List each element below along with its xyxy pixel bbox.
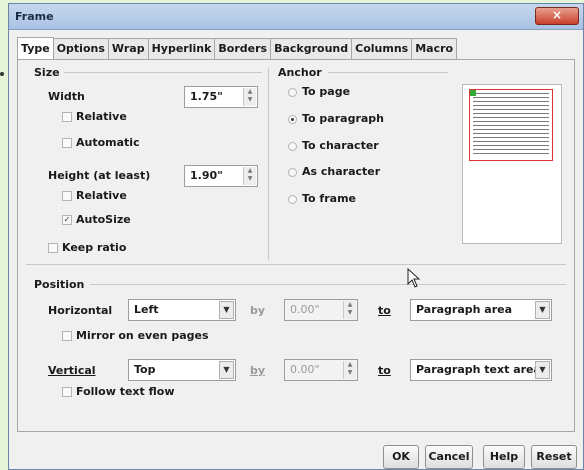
height-relative-checkbox[interactable] — [62, 191, 72, 201]
vertical-label: Vertical — [48, 364, 96, 377]
horizontal-to-label: to — [378, 304, 391, 317]
to-frame-label: To frame — [302, 192, 356, 205]
chevron-down-icon[interactable]: ▼ — [535, 361, 550, 379]
autosize-checkbox[interactable]: ✓ — [62, 215, 72, 225]
help-button[interactable]: Help — [483, 445, 525, 469]
anchor-divider — [328, 72, 448, 73]
keep-ratio-checkbox[interactable] — [48, 243, 58, 253]
height-field[interactable]: 1.90" ▲ ▼ — [184, 165, 258, 187]
width-relative-label: Relative — [76, 110, 127, 123]
vertical-by-field[interactable]: 0.00" ▲ ▼ — [284, 359, 358, 381]
frame-dialog: Frame × Type Options Wrap Hyperlink Bord… — [8, 3, 584, 470]
width-spin-icon[interactable]: ▲ ▼ — [243, 88, 256, 106]
tab-borders[interactable]: Borders — [214, 38, 272, 59]
cancel-button[interactable]: Cancel — [425, 445, 473, 469]
horizontal-to-dropdown[interactable]: Paragraph area ▼ — [410, 299, 552, 321]
title-bar[interactable]: Frame × — [9, 4, 583, 30]
tab-wrap[interactable]: Wrap — [107, 38, 149, 59]
horizontal-by-label: by — [250, 304, 266, 317]
horizontal-value: Left — [134, 303, 159, 316]
frame-preview — [462, 84, 562, 244]
mirror-label: Mirror on even pages — [76, 329, 209, 342]
width-value: 1.75" — [190, 90, 223, 103]
vertical-value: Top — [134, 363, 156, 376]
to-paragraph-label: To paragraph — [302, 112, 385, 125]
horizontal-by-value: 0.00" — [290, 303, 320, 316]
width-automatic-checkbox[interactable] — [62, 138, 72, 148]
position-divider — [90, 284, 566, 285]
section-divider — [268, 68, 269, 260]
tab-columns[interactable]: Columns — [351, 38, 413, 59]
follow-text-flow-checkbox[interactable] — [62, 387, 72, 397]
width-automatic-label: Automatic — [76, 136, 140, 149]
tab-macro[interactable]: Macro — [411, 38, 458, 59]
width-field[interactable]: 1.75" ▲ ▼ — [184, 86, 258, 108]
position-heading: Position — [34, 278, 85, 291]
width-label: Width — [48, 90, 85, 103]
height-value: 1.90" — [190, 169, 223, 182]
vertical-by-label: by — [250, 364, 266, 377]
vertical-to-dropdown[interactable]: Paragraph text area ▼ — [410, 359, 552, 381]
preview-frame-box — [469, 89, 553, 161]
vertical-to-label: to — [378, 364, 391, 377]
vertical-spin-icon[interactable]: ▲ ▼ — [343, 361, 356, 379]
tab-options[interactable]: Options — [52, 38, 109, 59]
height-label: Height (at least) — [48, 169, 151, 182]
mouse-cursor-icon — [407, 267, 421, 291]
chevron-down-icon[interactable]: ▼ — [535, 301, 550, 319]
ok-button[interactable]: OK — [383, 445, 419, 469]
reset-button[interactable]: Reset — [531, 445, 577, 469]
size-heading: Size — [34, 66, 60, 79]
anchor-heading: Anchor — [278, 66, 322, 79]
horizontal-to-value: Paragraph area — [416, 303, 513, 316]
to-paragraph-radio[interactable] — [288, 115, 297, 124]
autosize-label: AutoSize — [76, 213, 131, 226]
as-character-label: As character — [302, 165, 381, 178]
vertical-dropdown[interactable]: Top ▼ — [128, 359, 236, 381]
size-divider — [64, 72, 262, 73]
width-relative-checkbox[interactable] — [62, 112, 72, 122]
to-page-label: To page — [302, 85, 351, 98]
preview-anchor-marker — [470, 90, 476, 96]
horizontal-by-field[interactable]: 0.00" ▲ ▼ — [284, 299, 358, 321]
tab-bar: Type Options Wrap Hyperlink Borders Back… — [17, 37, 458, 60]
chevron-down-icon[interactable]: ▼ — [219, 361, 234, 379]
horizontal-dropdown[interactable]: Left ▼ — [128, 299, 236, 321]
tab-type[interactable]: Type — [17, 37, 54, 59]
vertical-to-value: Paragraph text area — [416, 363, 541, 376]
list-bullet — [0, 72, 4, 76]
keep-ratio-label: Keep ratio — [62, 241, 127, 254]
type-tab-panel: Size Width 1.75" ▲ ▼ Relative Automatic H… — [17, 59, 575, 432]
preview-text-lines — [473, 93, 549, 155]
tab-background[interactable]: Background — [270, 38, 353, 59]
window-title: Frame — [15, 10, 54, 23]
vertical-by-value: 0.00" — [290, 363, 320, 376]
horizontal-label: Horizontal — [48, 304, 113, 317]
as-character-radio[interactable] — [288, 168, 297, 177]
close-icon[interactable]: × — [535, 7, 579, 25]
position-top-divider — [26, 264, 566, 265]
follow-text-flow-label: Follow text flow — [76, 385, 175, 398]
tab-hyperlink[interactable]: Hyperlink — [147, 38, 216, 59]
chevron-down-icon[interactable]: ▼ — [219, 301, 234, 319]
to-character-radio[interactable] — [288, 142, 297, 151]
to-frame-radio[interactable] — [288, 195, 297, 204]
to-page-radio[interactable] — [288, 88, 297, 97]
horizontal-spin-icon[interactable]: ▲ ▼ — [343, 301, 356, 319]
mirror-checkbox[interactable] — [62, 331, 72, 341]
height-spin-icon[interactable]: ▲ ▼ — [243, 167, 256, 185]
height-relative-label: Relative — [76, 189, 127, 202]
to-character-label: To character — [302, 139, 379, 152]
